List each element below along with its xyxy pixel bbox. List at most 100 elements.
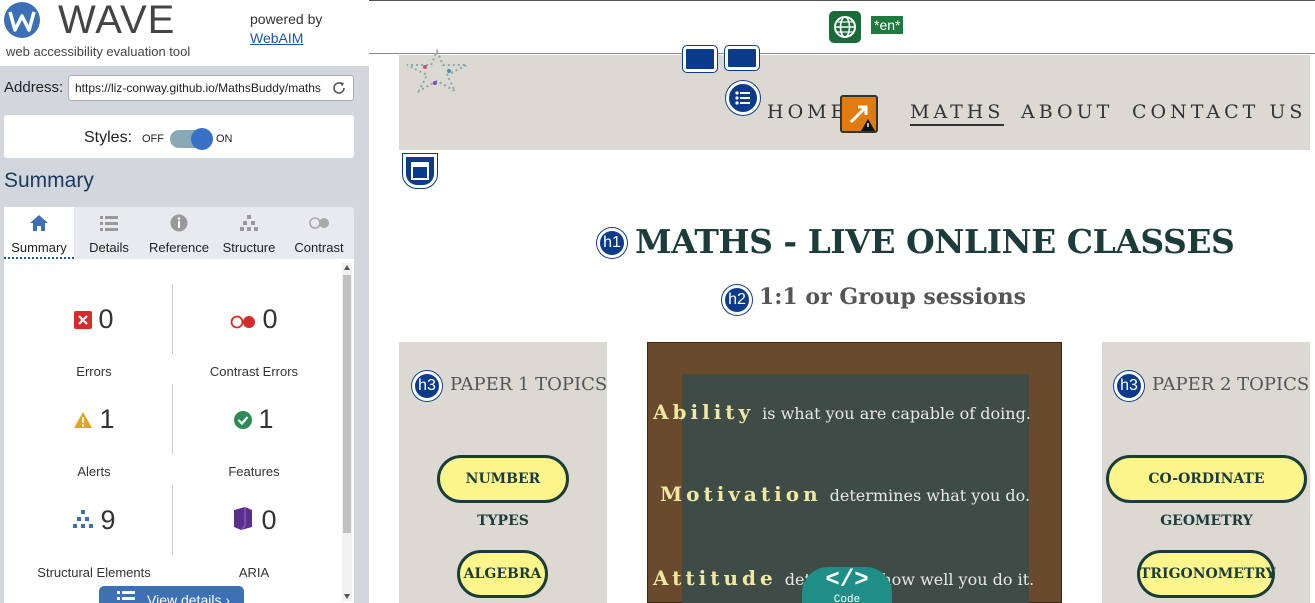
panel-scrollbar[interactable] bbox=[342, 263, 352, 601]
tab-label: Reference bbox=[149, 240, 209, 255]
paper2-heading: PAPER 2 TOPICS bbox=[1152, 374, 1310, 395]
view-details-button[interactable]: View details › bbox=[99, 586, 244, 603]
nav-about[interactable]: ABOUT bbox=[1021, 101, 1113, 123]
tab-structure[interactable]: Structure bbox=[214, 207, 284, 259]
styles-on-label: ON bbox=[216, 133, 233, 145]
stat-count-row: 0 bbox=[14, 304, 174, 336]
tab-summary[interactable]: Summary bbox=[4, 207, 74, 259]
star-logo-icon[interactable] bbox=[405, 49, 469, 93]
nav-home[interactable]: HOME bbox=[767, 101, 848, 123]
stat-label: Errors bbox=[76, 364, 112, 379]
stat-count: 9 bbox=[100, 505, 116, 535]
h2-badge-icon[interactable]: h2 bbox=[722, 285, 752, 315]
list-badge-icon[interactable] bbox=[726, 81, 760, 115]
styles-toggle[interactable] bbox=[170, 128, 213, 150]
site-navbar: HOME MATHS ABOUT CONTACT US bbox=[399, 46, 1310, 150]
structure-badge-icon[interactable] bbox=[683, 46, 717, 72]
redundant-link-alert-icon[interactable] bbox=[840, 95, 878, 133]
main-landmark-icon[interactable] bbox=[403, 154, 437, 188]
topic-button[interactable]: TRIGONOMETRY bbox=[1137, 550, 1276, 598]
styles-off-label: OFF bbox=[142, 133, 164, 145]
powered-by-text: powered by bbox=[250, 11, 323, 27]
stat-label: ARIA bbox=[238, 565, 270, 580]
globe-icon[interactable] bbox=[829, 11, 861, 43]
board-line: Ability is what you are capable of doing. bbox=[653, 400, 1031, 424]
home-icon bbox=[30, 215, 48, 231]
stat-count-row: 1 bbox=[174, 404, 334, 436]
alert-icon bbox=[73, 405, 93, 436]
stat-label: Contrast Errors bbox=[209, 364, 299, 379]
tab-label: Details bbox=[89, 240, 129, 255]
reload-icon[interactable] bbox=[331, 80, 347, 96]
list-icon bbox=[117, 591, 135, 600]
aria-badge-icon[interactable] bbox=[725, 46, 759, 70]
structure-icon bbox=[72, 506, 94, 537]
toggle-knob[interactable] bbox=[191, 128, 213, 150]
address-value[interactable]: https://liz-conway.github.io/MathsBuddy/… bbox=[75, 81, 327, 95]
sitemap-icon bbox=[240, 215, 258, 231]
tab-details[interactable]: Details bbox=[74, 207, 144, 259]
scroll-up-icon[interactable] bbox=[344, 265, 350, 270]
stat-features[interactable]: 1 Features bbox=[174, 404, 334, 484]
tab-reference[interactable]: Reference bbox=[144, 207, 214, 259]
stat-aria[interactable]: 0 ARIA bbox=[174, 505, 334, 585]
address-input[interactable]: https://liz-conway.github.io/MathsBuddy/… bbox=[68, 75, 354, 101]
stat-count: 0 bbox=[262, 304, 278, 334]
contrast-error-icon bbox=[230, 305, 256, 336]
wave-header: WAVE web accessibility evaluation tool p… bbox=[0, 0, 369, 66]
code-button[interactable]: </> Code bbox=[802, 567, 892, 603]
page-top-bar: *en* bbox=[369, 0, 1315, 54]
tab-label: Contrast bbox=[294, 240, 344, 255]
paper2-column: h3 PAPER 2 TOPICS CO-ORDINATE GEOMETRY T… bbox=[1102, 342, 1310, 603]
summary-panel: 0 Errors 0 Contrast Errors 1 Alerts 1 Fe… bbox=[4, 259, 354, 603]
wave-title: WAVE bbox=[58, 0, 176, 42]
topic-button[interactable]: NUMBER TYPES bbox=[437, 455, 569, 529]
h1-badge-icon[interactable]: h1 bbox=[597, 228, 627, 258]
tab-contrast[interactable]: Contrast bbox=[284, 207, 354, 259]
wave-subtitle: web accessibility evaluation tool bbox=[6, 44, 191, 59]
stat-errors[interactable]: 0 Errors bbox=[14, 304, 174, 384]
error-icon bbox=[74, 305, 93, 336]
view-details-label: View details › bbox=[147, 592, 231, 603]
address-label: Address: bbox=[4, 79, 64, 96]
stat-label: Structural Elements bbox=[37, 565, 151, 580]
tab-label: Structure bbox=[222, 240, 276, 255]
stat-count: 0 bbox=[261, 505, 277, 535]
topic-button[interactable]: CO-ORDINATE GEOMETRY bbox=[1106, 455, 1307, 529]
nav-contact[interactable]: CONTACT US bbox=[1132, 101, 1306, 123]
stat-count-row: 0 bbox=[174, 505, 334, 537]
aria-icon bbox=[231, 506, 255, 537]
tab-label: Summary bbox=[11, 240, 67, 255]
page-heading-h2: 1:1 or Group sessions bbox=[759, 284, 1026, 310]
stat-count-row: 0 bbox=[174, 304, 334, 336]
webaim-link[interactable]: WebAIM bbox=[250, 30, 303, 46]
stat-contrast-errors[interactable]: 0 Contrast Errors bbox=[174, 304, 334, 384]
styles-toggle-panel: Styles: OFF ON bbox=[4, 115, 354, 158]
nav-maths[interactable]: MATHS bbox=[910, 101, 1005, 126]
wave-tabs: Summary Details Reference Structure Cont… bbox=[4, 207, 354, 259]
topic-button[interactable]: ALGEBRA bbox=[457, 550, 548, 598]
stat-count: 0 bbox=[98, 304, 114, 334]
stat-structural-elements[interactable]: 9 Structural Elements bbox=[14, 505, 174, 585]
list-icon bbox=[100, 216, 118, 231]
code-icon: </> bbox=[825, 567, 869, 594]
stat-count-row: 1 bbox=[14, 404, 174, 436]
h3-badge-icon[interactable]: h3 bbox=[412, 371, 442, 401]
stat-count: 1 bbox=[99, 404, 115, 434]
scroll-thumb[interactable] bbox=[343, 275, 351, 533]
stat-label: Features bbox=[228, 464, 280, 479]
stat-label: Alerts bbox=[77, 464, 111, 479]
paper1-column: h3 PAPER 1 TOPICS NUMBER TYPES ALGEBRA bbox=[399, 342, 607, 603]
stat-divider bbox=[172, 384, 173, 454]
board-line: Motivation determines what you do. bbox=[660, 482, 1031, 506]
h3-badge-icon[interactable]: h3 bbox=[1114, 371, 1144, 401]
scroll-down-icon[interactable] bbox=[344, 594, 350, 599]
info-icon bbox=[170, 214, 188, 232]
contrast-icon bbox=[309, 217, 329, 229]
page-heading-h1: MATHS - LIVE ONLINE CLASSES bbox=[635, 222, 1235, 261]
styles-label: Styles: bbox=[84, 129, 133, 146]
stat-divider bbox=[172, 284, 173, 354]
feature-icon bbox=[234, 405, 253, 436]
stat-alerts[interactable]: 1 Alerts bbox=[14, 404, 174, 484]
language-badge: *en* bbox=[871, 16, 904, 34]
